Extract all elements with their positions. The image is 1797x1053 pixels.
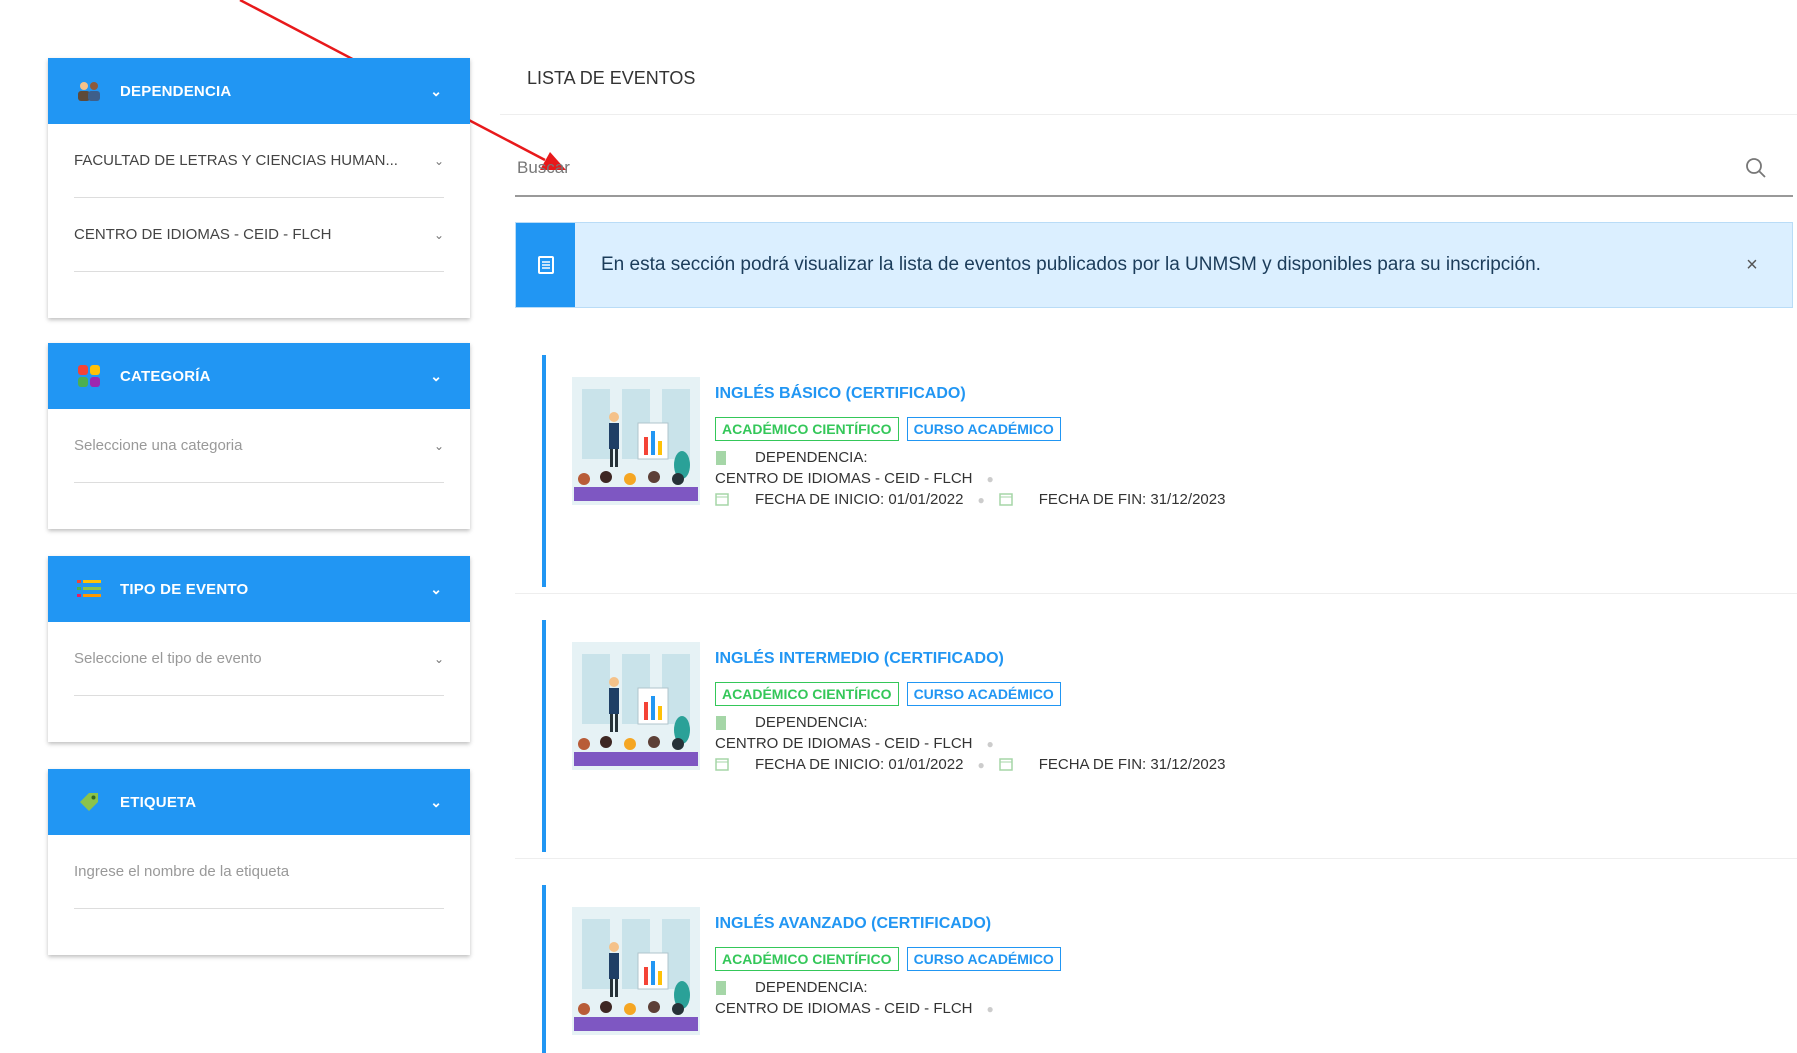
event-card: INGLÉS BÁSICO (CERTIFICADO) ACADÉMICO CI…	[515, 345, 1797, 594]
list-icon	[76, 576, 102, 602]
chevron-down-icon: ⌄	[433, 227, 444, 242]
centro-select[interactable]: CENTRO DE IDIOMAS - CEID - FLCH ⌄	[74, 198, 444, 272]
dependencia-label: DEPENDENCIA:	[755, 449, 868, 466]
event-title[interactable]: INGLÉS BÁSICO (CERTIFICADO)	[715, 385, 1225, 403]
building-icon	[715, 450, 729, 466]
dependencia-panel: DEPENDENCIA ⌄ FACULTAD DE LETRAS Y CIENC…	[48, 58, 470, 318]
category-tag: ACADÉMICO CIENTÍFICO	[715, 682, 899, 706]
chevron-down-icon: ⌄	[430, 82, 442, 99]
calendar-icon	[715, 757, 729, 773]
fecha-fin: FECHA DE FIN: 31/12/2023	[1038, 756, 1226, 773]
grid-icon	[76, 363, 102, 389]
page-title: LISTA DE EVENTOS	[527, 68, 696, 88]
alert-text: En esta sección podrá visualizar la list…	[601, 254, 1541, 275]
categoria-select[interactable]: Seleccione una categoria ⌄	[74, 409, 444, 483]
info-alert: En esta sección podrá visualizar la list…	[515, 222, 1793, 308]
etiqueta-title: ETIQUETA	[120, 793, 197, 811]
separator-dot: ●	[977, 492, 985, 507]
etiqueta-header[interactable]: ETIQUETA ⌄	[48, 769, 470, 835]
dependencia-value: CENTRO DE IDIOMAS - CEID - FLCH	[715, 470, 973, 487]
event-thumbnail[interactable]	[572, 907, 700, 1035]
chevron-down-icon: ⌄	[430, 793, 442, 810]
calendar-icon	[998, 492, 1013, 508]
tipo-evento-panel: TIPO DE EVENTO ⌄ Seleccione el tipo de e…	[48, 556, 470, 742]
categoria-placeholder: Seleccione una categoria	[74, 437, 243, 454]
category-tag: ACADÉMICO CIENTÍFICO	[715, 417, 899, 441]
dependencia-header[interactable]: DEPENDENCIA ⌄	[48, 58, 470, 124]
chevron-down-icon: ⌄	[433, 438, 444, 453]
divider	[500, 114, 1797, 115]
event-card: INGLÉS INTERMEDIO (CERTIFICADO) ACADÉMIC…	[515, 610, 1797, 859]
event-thumbnail[interactable]	[572, 377, 700, 505]
event-accent-bar	[542, 620, 546, 852]
calendar-icon	[998, 757, 1013, 773]
dependencia-value: CENTRO DE IDIOMAS - CEID - FLCH	[715, 1000, 973, 1017]
separator-dot: ●	[986, 736, 994, 751]
event-thumbnail[interactable]	[572, 642, 700, 770]
chevron-down-icon: ⌄	[430, 367, 442, 384]
search-icon[interactable]	[1741, 153, 1771, 183]
event-card: INGLÉS AVANZADO (CERTIFICADO) ACADÉMICO …	[515, 875, 1797, 1053]
type-tag: CURSO ACADÉMICO	[906, 947, 1061, 971]
event-accent-bar	[542, 885, 546, 1053]
document-icon	[516, 223, 575, 307]
fecha-fin: FECHA DE FIN: 31/12/2023	[1038, 491, 1226, 508]
fecha-inicio: FECHA DE INICIO: 01/01/2022	[755, 756, 964, 773]
category-tag: ACADÉMICO CIENTÍFICO	[715, 947, 899, 971]
event-accent-bar	[542, 355, 546, 587]
event-title[interactable]: INGLÉS INTERMEDIO (CERTIFICADO)	[715, 650, 1225, 668]
calendar-icon	[715, 492, 729, 508]
dependencia-title: DEPENDENCIA	[120, 82, 232, 100]
chevron-down-icon: ⌄	[433, 651, 444, 666]
tipo-evento-placeholder: Seleccione el tipo de evento	[74, 650, 262, 667]
categoria-title: CATEGORÍA	[120, 367, 211, 385]
separator-dot: ●	[977, 757, 985, 772]
dependencia-label: DEPENDENCIA:	[755, 714, 868, 731]
fecha-inicio: FECHA DE INICIO: 01/01/2022	[755, 491, 964, 508]
event-title[interactable]: INGLÉS AVANZADO (CERTIFICADO)	[715, 915, 1061, 933]
etiqueta-placeholder: Ingrese el nombre de la etiqueta	[74, 863, 290, 880]
tag-icon	[76, 789, 102, 815]
separator-dot: ●	[986, 471, 994, 486]
close-icon[interactable]: ×	[1732, 254, 1772, 277]
separator-dot: ●	[986, 1001, 994, 1016]
chevron-down-icon: ⌄	[433, 153, 444, 168]
facultad-value: FACULTAD DE LETRAS Y CIENCIAS HUMAN...	[74, 152, 398, 169]
tipo-evento-title: TIPO DE EVENTO	[120, 580, 249, 598]
dependencia-label: DEPENDENCIA:	[755, 979, 868, 996]
search-input[interactable]	[515, 157, 1741, 178]
etiqueta-input[interactable]: Ingrese el nombre de la etiqueta	[74, 835, 444, 909]
etiqueta-panel: ETIQUETA ⌄ Ingrese el nombre de la etiqu…	[48, 769, 470, 955]
search-bar	[515, 140, 1793, 197]
type-tag: CURSO ACADÉMICO	[906, 417, 1061, 441]
tipo-evento-header[interactable]: TIPO DE EVENTO ⌄	[48, 556, 470, 622]
chevron-down-icon: ⌄	[430, 580, 442, 597]
building-icon	[715, 980, 729, 996]
building-icon	[715, 715, 729, 731]
type-tag: CURSO ACADÉMICO	[906, 682, 1061, 706]
people-icon	[76, 78, 102, 104]
facultad-select[interactable]: FACULTAD DE LETRAS Y CIENCIAS HUMAN... ⌄	[74, 124, 444, 198]
categoria-panel: CATEGORÍA ⌄ Seleccione una categoria ⌄	[48, 343, 470, 529]
dependencia-value: CENTRO DE IDIOMAS - CEID - FLCH	[715, 735, 973, 752]
categoria-header[interactable]: CATEGORÍA ⌄	[48, 343, 470, 409]
tipo-evento-select[interactable]: Seleccione el tipo de evento ⌄	[74, 622, 444, 696]
centro-value: CENTRO DE IDIOMAS - CEID - FLCH	[74, 226, 332, 243]
